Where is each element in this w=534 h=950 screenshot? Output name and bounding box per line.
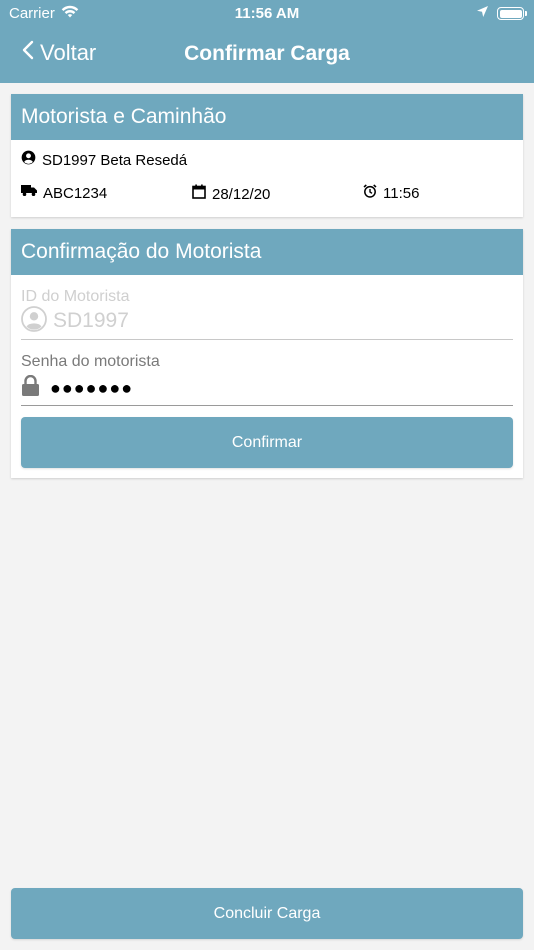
password-value: ●●●●●●●: [50, 377, 134, 398]
driver-truck-card: Motorista e Caminhão SD1997 Beta Resedá …: [11, 94, 523, 217]
alarm-clock-icon: [363, 184, 377, 203]
plate-row: ABC1234: [21, 184, 107, 202]
user-circle-icon: [21, 150, 36, 170]
status-bar: Carrier 11:56 AM: [0, 0, 534, 28]
driver-truck-card-header: Motorista e Caminhão: [11, 94, 523, 140]
time-row: 11:56: [363, 184, 419, 203]
load-time: 11:56: [383, 185, 420, 202]
driver-id-value: SD1997: [53, 309, 129, 332]
driver-id-label: ID do Motorista: [21, 288, 130, 305]
driver-confirmation-card: Confirmação do Motorista ID do Motorista…: [11, 229, 523, 478]
finish-load-button[interactable]: Concluir Carga: [11, 888, 523, 939]
driver-id-field: SD1997: [21, 305, 513, 337]
date-row: 28/12/20: [192, 184, 270, 204]
battery-icon: [497, 7, 527, 20]
driver-row: SD1997 Beta Resedá: [21, 150, 187, 170]
password-underline: [21, 405, 513, 406]
driver-confirmation-card-header: Confirmação do Motorista: [11, 229, 523, 275]
password-label: Senha do motorista: [21, 353, 160, 370]
status-right-group: [476, 5, 527, 22]
calendar-icon: [192, 184, 206, 204]
driver-id-underline: [21, 339, 513, 340]
status-time: 11:56 AM: [234, 5, 300, 22]
truck-plate: ABC1234: [43, 184, 108, 202]
location-arrow-icon: [476, 5, 489, 22]
page-title: Confirmar Carga: [184, 42, 350, 65]
lock-icon: [21, 374, 40, 402]
user-circle-outline-icon: [21, 305, 47, 337]
password-input[interactable]: ●●●●●●●: [21, 372, 513, 404]
navigation-bar: Carrier 11:56 AM Voltar Confirmar Carga: [0, 0, 534, 83]
truck-icon: [21, 184, 37, 202]
driver-name: SD1997 Beta Resedá: [42, 151, 188, 169]
confirm-button[interactable]: Confirmar: [21, 417, 513, 468]
load-date: 28/12/20: [212, 185, 271, 203]
